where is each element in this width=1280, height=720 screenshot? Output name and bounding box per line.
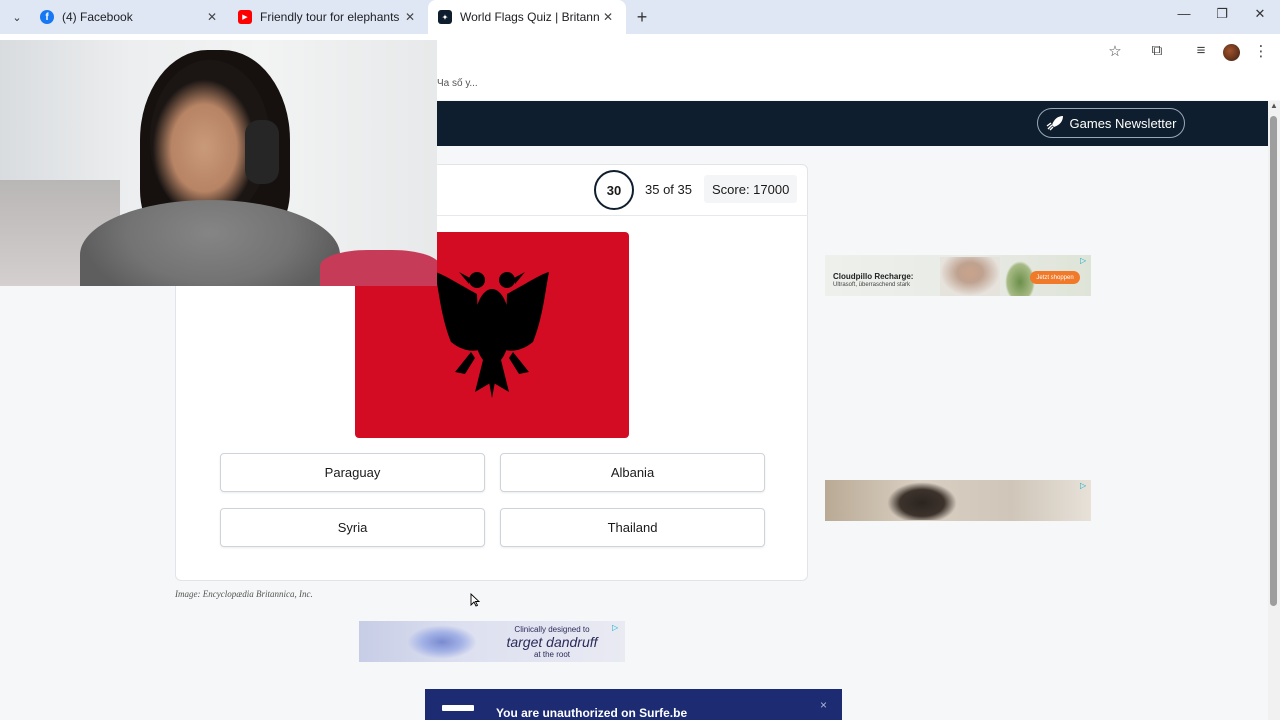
minimize-icon[interactable]: — [1174, 6, 1194, 21]
britannica-icon: ✦ [438, 10, 452, 24]
headphones-image [245, 120, 279, 184]
tab-britannica[interactable]: ✦ World Flags Quiz | Britannica ✕ [428, 0, 626, 34]
ad-model-image [940, 257, 1000, 296]
rocket-icon [1046, 116, 1063, 131]
scrollbar-thumb[interactable] [1270, 116, 1277, 606]
ad-subtext: Ultrasoft, überraschend stark [833, 282, 911, 288]
tab-title: (4) Facebook [62, 10, 133, 24]
tab-title: Friendly tour for elephants in D [260, 10, 402, 24]
score-display: Score: 17000 [704, 175, 798, 203]
adchoices-icon[interactable]: ▷ [1080, 481, 1089, 490]
bookmark-star-icon[interactable]: ☆ [1104, 42, 1126, 60]
bookmark-item[interactable]: Ча số у... [437, 78, 478, 89]
answer-option-syria[interactable]: Syria [220, 508, 485, 547]
tab-close-icon[interactable]: ✕ [402, 10, 418, 24]
ad-text-line: at the root [533, 650, 571, 659]
mouse-cursor-icon [470, 593, 480, 607]
surfe-logo-icon [442, 705, 474, 711]
games-newsletter-button[interactable]: Games Newsletter [1037, 108, 1185, 138]
tab-close-icon[interactable]: ✕ [600, 10, 616, 24]
tab-youtube[interactable]: ▶ Friendly tour for elephants in D ✕ [228, 0, 428, 34]
new-tab-plus-icon[interactable]: + [632, 7, 652, 27]
ad-headline: Cloudpillo Recharge: [833, 272, 914, 281]
tab-close-icon[interactable]: ✕ [204, 10, 220, 24]
extensions-icon[interactable]: ⧉ [1146, 42, 1168, 59]
popup-message: You are unauthorized on Surfe.be [496, 706, 688, 720]
newsletter-label: Games Newsletter [1069, 115, 1177, 131]
youtube-icon: ▶ [238, 10, 252, 24]
facebook-icon: f [40, 10, 54, 24]
tab-title: World Flags Quiz | Britannica [460, 10, 600, 24]
ad-text-line: target dandruff [506, 634, 598, 650]
answer-option-albania[interactable]: Albania [500, 453, 765, 492]
restore-icon[interactable]: ❐ [1212, 6, 1232, 22]
answer-option-thailand[interactable]: Thailand [500, 508, 765, 547]
webcam-overlay [0, 40, 437, 286]
ad-chair-image [887, 482, 957, 520]
image-credit: Image: Encyclopædia Britannica, Inc. [175, 589, 313, 599]
menu-kebab-icon[interactable]: ⋮ [1250, 42, 1272, 60]
close-window-icon[interactable]: ✕ [1250, 6, 1270, 22]
tab-search-chevron-icon[interactable]: ⌄ [6, 6, 28, 28]
ad-cta-button[interactable]: Jetzt shoppen [1030, 271, 1080, 284]
webcam-background-pillow [320, 250, 437, 286]
ad-banner-dandruff[interactable]: Clinically designed to target dandruff a… [359, 621, 625, 662]
tab-facebook[interactable]: f (4) Facebook ✕ [30, 0, 230, 34]
countdown-timer: 30 [594, 170, 634, 210]
media-control-icon[interactable]: ≡ [1190, 42, 1212, 59]
ad-banner-cloudpillo[interactable]: Cloudpillo Recharge: Ultrasoft, überrasc… [825, 255, 1091, 296]
adchoices-icon[interactable]: ▷ [1080, 256, 1089, 265]
popup-close-icon[interactable]: × [820, 698, 827, 712]
scroll-up-arrow-icon[interactable]: ▲ [1269, 101, 1279, 111]
profile-avatar[interactable] [1223, 44, 1240, 61]
ad-banner-furniture[interactable]: ▷ [825, 480, 1091, 521]
question-progress: 35 of 35 [645, 182, 692, 197]
adchoices-icon[interactable]: ▷ [612, 623, 621, 632]
answer-option-paraguay[interactable]: Paraguay [220, 453, 485, 492]
ad-text-line: Clinically designed to [514, 625, 590, 634]
